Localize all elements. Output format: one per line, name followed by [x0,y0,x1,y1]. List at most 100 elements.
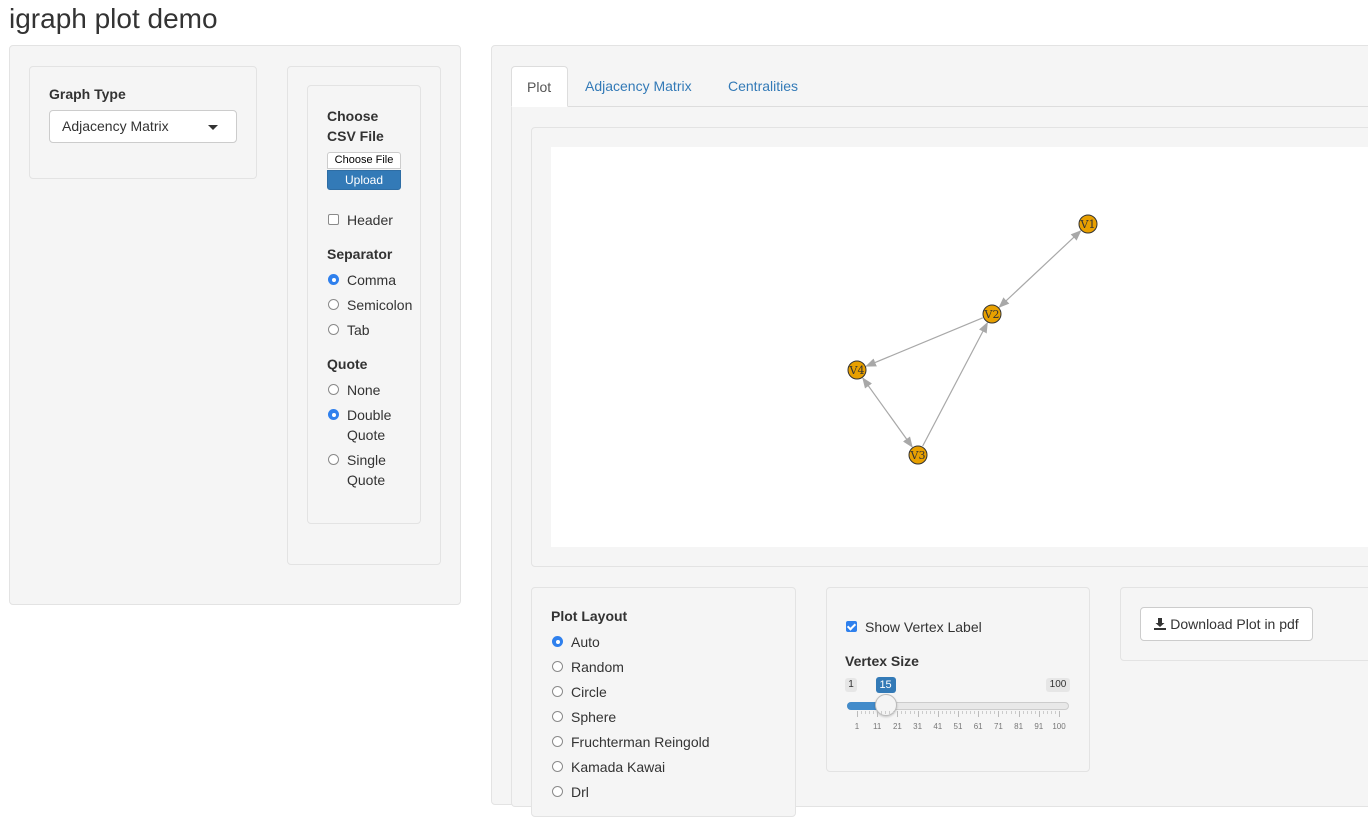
slider-tick-label: 51 [953,722,963,731]
page-title: igraph plot demo [9,3,218,34]
radio-icon[interactable] [552,736,563,747]
slider-minor-tick [949,711,951,714]
layout-option-auto[interactable]: Auto [552,632,600,652]
radio-icon[interactable] [552,761,563,772]
tab-plot[interactable]: Plot [511,66,568,107]
slider-minor-tick [1030,711,1032,714]
slider-minor-tick [901,711,903,714]
slider-tick-mark [917,711,919,717]
header-checkbox-label: Header [347,212,393,228]
slider-minor-tick [941,711,943,714]
separator-option-label: Tab [347,322,370,338]
choose-file-button[interactable]: Choose File [327,152,401,169]
graph-vertex-label: V3 [910,449,926,462]
radio-icon[interactable] [552,786,563,797]
slider-minor-tick [1042,711,1044,714]
graph-type-select[interactable]: Adjacency Matrix [49,110,237,143]
slider-minor-tick [982,711,984,714]
slider-minor-tick [913,711,915,714]
radio-icon[interactable] [328,324,339,335]
radio-selected-icon[interactable] [552,636,563,647]
slider-minor-tick [909,711,911,714]
quote-label: Quote [327,356,368,372]
layout-option-label: Fruchterman Reingold [571,734,710,750]
tab-adjacency-matrix[interactable]: Adjacency Matrix [585,76,692,96]
slider-minor-tick [889,711,891,714]
slider-tick-mark [1038,711,1040,717]
quote-option-double[interactable]: Double Quote [328,405,391,445]
slider-minor-tick [1002,711,1004,714]
slider-minor-tick [893,711,895,714]
slider-tick-mark [1018,711,1020,717]
tab-centralities[interactable]: Centralities [728,76,798,96]
graph-vertex-label: V4 [849,364,865,377]
separator-option-label: Comma [347,272,397,288]
download-plot-button[interactable]: Download Plot in pdf [1140,607,1313,641]
plot-layout-label: Plot Layout [551,608,628,624]
layout-option-circle[interactable]: Circle [552,682,607,702]
plot-area: V1 V2 V3 V4 [551,147,1368,547]
graph-edge-v2-v4 [865,317,983,367]
header-checkbox-row[interactable]: Header [328,210,393,230]
slider-minor-tick [925,711,927,714]
slider-minor-tick [953,711,955,714]
layout-option-fruchterman-reingold[interactable]: Fruchterman Reingold [552,732,710,752]
graph-vertex-label: V1 [1080,218,1096,231]
slider-minor-tick [945,711,947,714]
layout-option-drl[interactable]: Drl [552,782,589,802]
quote-option-none[interactable]: None [328,380,380,400]
graph-vertex-label: V2 [984,308,1000,321]
quote-option-label-line2: Quote [347,427,386,443]
slider-minor-tick [1006,711,1008,714]
slider-minor-tick [966,711,968,714]
radio-icon[interactable] [552,711,563,722]
slider-tick-label: 61 [973,722,983,731]
radio-icon[interactable] [328,299,339,310]
layout-option-sphere[interactable]: Sphere [552,707,616,727]
slider-value-label: 15 [875,677,896,693]
graph-type-label: Graph Type [49,86,126,102]
quote-option-label-line1: Double [347,407,392,423]
quote-option-label: None [347,382,381,398]
slider-minor-tick [921,711,923,714]
radio-selected-icon[interactable] [328,274,339,285]
layout-option-label: Sphere [571,709,617,725]
network-graph: V1 V2 V3 V4 [847,214,1098,465]
radio-selected-icon[interactable] [328,409,339,420]
quote-option-single[interactable]: Single Quote [328,450,386,490]
layout-option-kamada-kawai[interactable]: Kamada Kawai [552,757,665,777]
slider-minor-tick [861,711,863,714]
radio-icon[interactable] [328,454,339,465]
separator-option-comma[interactable]: Comma [328,270,396,290]
radio-icon[interactable] [552,686,563,697]
slider-minor-tick [873,711,875,714]
upload-button[interactable]: Upload [327,170,401,190]
layout-option-label: Auto [571,634,600,650]
chevron-down-icon [208,125,218,130]
download-icon [1154,618,1167,630]
separator-option-tab[interactable]: Tab [328,320,370,340]
quote-option-label: Double Quote [347,405,391,445]
graph-edge-v3-v2 [922,321,988,447]
slider-tick-mark [877,711,879,717]
show-vertex-label-row[interactable]: Show Vertex Label [846,617,982,637]
vertex-size-label: Vertex Size [845,653,919,669]
slider-minor-tick [1054,711,1056,714]
separator-option-label: Semicolon [347,297,413,313]
quote-option-label-line1: Single [347,452,386,468]
radio-icon[interactable] [552,661,563,672]
slider-minor-tick [905,711,907,714]
layout-option-random[interactable]: Random [552,657,624,677]
separator-option-semicolon[interactable]: Semicolon [328,295,412,315]
slider-tick-label: 100 [1052,722,1066,731]
slider-minor-tick [1046,711,1048,714]
radio-icon[interactable] [328,384,339,395]
layout-option-label: Drl [571,784,589,800]
show-vertex-label-checkbox[interactable] [846,621,857,632]
slider-minor-tick [1034,711,1036,714]
slider-tick-label: 81 [1014,722,1024,731]
quote-option-label: Single Quote [347,450,386,490]
header-checkbox[interactable] [328,214,339,225]
slider-minor-tick [994,711,996,714]
layout-option-label: Random [571,659,624,675]
